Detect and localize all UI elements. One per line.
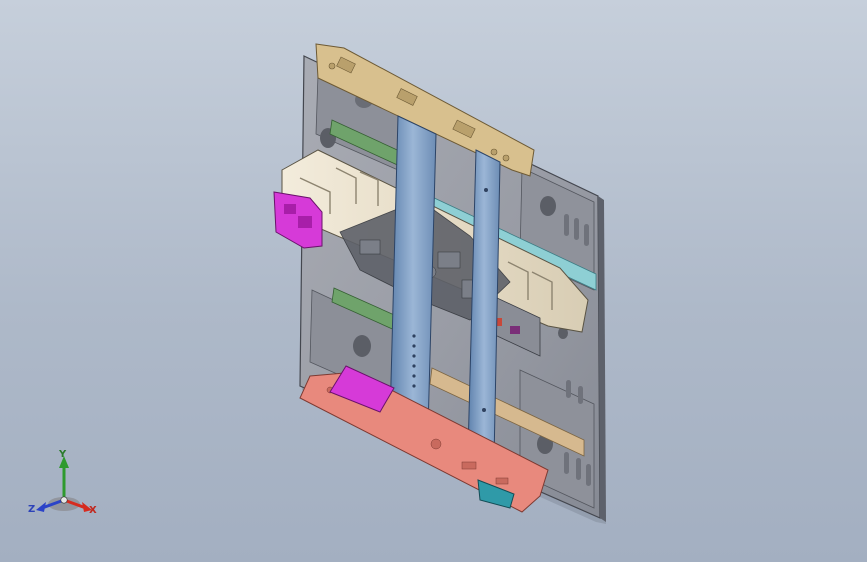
panel-hole: [353, 335, 371, 357]
triad-x-label: X: [89, 505, 97, 516]
panel-hole: [540, 196, 556, 216]
orientation-triad: Y X Z: [24, 448, 104, 524]
left-longitudinal-rail: [389, 115, 437, 437]
triad-y-label: Y: [59, 449, 67, 460]
triad-origin: [60, 496, 68, 504]
graphics-viewport[interactable]: Y X Z: [0, 0, 867, 562]
triad-z-arrow: [36, 502, 46, 512]
floor-panel-model[interactable]: [0, 0, 867, 562]
triad-z-label: Z: [28, 504, 36, 515]
